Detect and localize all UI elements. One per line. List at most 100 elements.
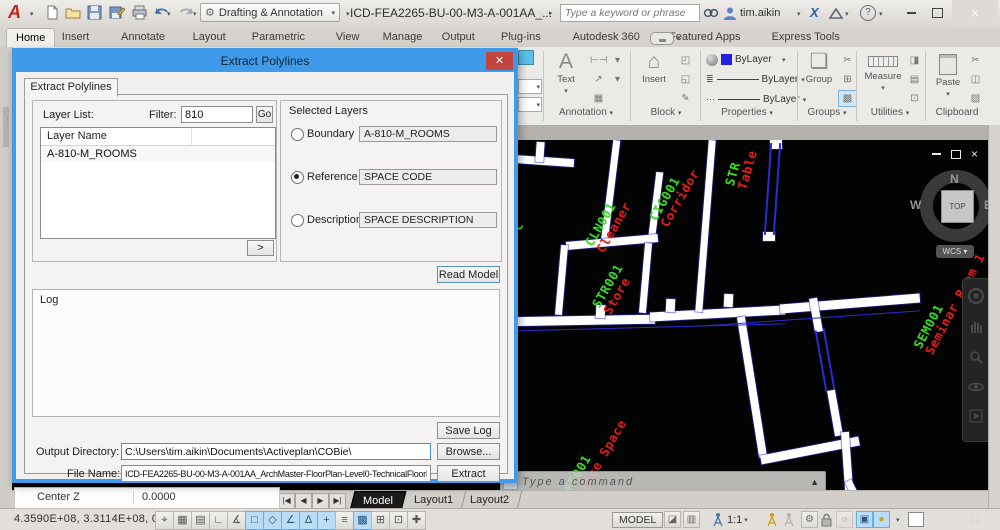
workspace-selector[interactable]: ⚙ Drafting & Annotation ▾ — [200, 3, 340, 22]
ribbon-tab-output[interactable]: Output — [433, 28, 484, 47]
reference-radio[interactable] — [291, 171, 304, 184]
paste-button[interactable]: Paste▾ — [930, 50, 966, 99]
cut-icon[interactable]: ✂ — [966, 52, 985, 69]
user-icon[interactable] — [723, 6, 737, 26]
ribbon-tab-express-tools[interactable]: Express Tools — [763, 28, 849, 47]
viewcube-north[interactable]: N — [950, 172, 959, 186]
hardware-accel-icon[interactable]: ☼ — [836, 511, 853, 528]
last-tab-arrow[interactable]: ▶| — [329, 493, 346, 509]
viewport-restore-icon[interactable] — [951, 150, 961, 159]
quick-view-layouts-icon[interactable]: ◪ — [664, 511, 681, 528]
save-log-button[interactable]: Save Log — [437, 422, 500, 439]
match-properties-icon[interactable]: ▨ — [966, 90, 985, 107]
group-selection-toggle-icon[interactable]: ▩ — [838, 90, 857, 107]
lightbulb-icon[interactable]: ● — [873, 511, 890, 528]
read-model-button[interactable]: Read Model — [437, 266, 500, 283]
maximize-button[interactable] — [925, 0, 950, 26]
description-radio[interactable] — [291, 214, 304, 227]
ribbon-tab-manage[interactable]: Manage — [374, 28, 432, 47]
app-menu-arrow-icon[interactable]: ▾ — [30, 10, 34, 18]
monitor-icon[interactable]: ▣ — [856, 511, 873, 528]
status-toggle[interactable]: ▤ — [191, 511, 210, 530]
extract-button[interactable]: Extract — [437, 465, 500, 482]
command-history-icon[interactable]: ▲ — [810, 477, 819, 487]
object-color-combo[interactable]: ByLayer▾ — [706, 51, 786, 68]
status-toggle[interactable]: ⌖ — [155, 511, 174, 530]
help-icon[interactable]: ? — [860, 5, 876, 21]
redo-dropdown-icon[interactable]: ▾ — [193, 10, 197, 18]
status-toggle[interactable]: ⊞ — [371, 511, 390, 530]
clean-screen-button[interactable] — [908, 511, 924, 528]
quick-select-icon[interactable]: ◨ — [905, 52, 924, 69]
annotation-scale-control[interactable]: 1:1▾ — [712, 511, 748, 528]
group-button[interactable]: ❏ Group — [801, 50, 837, 85]
minimize-button[interactable] — [899, 0, 923, 26]
ribbon-tab-layout[interactable]: Layout — [184, 28, 235, 47]
ribbon-tab-annotate[interactable]: Annotate — [112, 28, 174, 47]
copy-icon[interactable]: ◫ — [966, 71, 985, 88]
layer-icon[interactable] — [518, 50, 534, 65]
qat-customize-icon[interactable]: ▾ — [346, 10, 350, 18]
leader-icon[interactable]: ↗ — [589, 71, 608, 88]
cut-combo[interactable]: ▾ — [518, 79, 542, 94]
layer-list-header[interactable]: Layer Name — [41, 128, 275, 146]
autoscale-icon[interactable] — [783, 511, 796, 528]
boundary-radio-label[interactable]: Boundary — [307, 128, 354, 140]
viewport-minimize-icon[interactable] — [932, 153, 941, 155]
undo-dropdown-icon[interactable]: ▾ — [167, 10, 171, 18]
first-tab-arrow[interactable]: |◀ — [278, 493, 295, 509]
tab-layout1[interactable]: Layout1 — [402, 491, 467, 509]
ribbon-tab-plug-ins[interactable]: Plug-ins — [492, 28, 550, 47]
wcs-menu[interactable]: WCS ▾ — [936, 245, 974, 258]
search-input[interactable] — [560, 4, 700, 22]
ribbon-tab-home[interactable]: Home — [6, 28, 55, 48]
dialog-tab[interactable]: Extract Polylines — [24, 78, 118, 97]
measure-button[interactable]: Measure▾ — [862, 50, 904, 93]
status-toggle[interactable]: ∆ — [299, 511, 318, 530]
model-space-button[interactable]: MODEL — [612, 511, 663, 528]
save-icon[interactable] — [86, 5, 103, 22]
ribbon-tab-parametric[interactable]: Parametric — [243, 28, 314, 47]
help-dropdown-icon[interactable]: ▾ — [879, 10, 883, 18]
infocenter-arrow-icon[interactable]: ▸ — [549, 9, 553, 17]
lock-ui-icon[interactable] — [819, 511, 833, 528]
table-icon[interactable]: ▦ — [589, 90, 608, 107]
tab-layout2[interactable]: Layout2 — [458, 491, 523, 509]
viewcube-west[interactable]: W — [910, 198, 921, 212]
status-toggle[interactable]: ▦ — [173, 511, 192, 530]
ungroup-icon[interactable]: ✂ — [838, 52, 857, 69]
autocad-logo-icon[interactable]: A — [8, 2, 21, 23]
annotation-visibility-icon[interactable] — [766, 511, 779, 528]
file-name-input[interactable] — [121, 465, 431, 482]
ribbon-minimize-button[interactable] — [650, 32, 674, 45]
insert-block-button[interactable]: ⌂ Insert — [636, 50, 672, 85]
status-toggle[interactable]: ∠ — [281, 511, 300, 530]
workspace-switching-icon[interactable]: ⚙ — [801, 511, 818, 528]
text-button[interactable]: A Text▾ — [548, 50, 584, 96]
viewcube-east[interactable]: E — [984, 198, 988, 212]
block-editor-icon[interactable]: ✎ — [676, 90, 695, 107]
exchange-apps-icon[interactable]: X — [810, 5, 819, 20]
go-button[interactable]: Go — [256, 106, 273, 123]
status-toggle[interactable]: ◇ — [263, 511, 282, 530]
layer-row[interactable]: A-810-M_ROOMS — [41, 146, 275, 162]
status-toggle[interactable]: ▩ — [353, 511, 372, 530]
utilities-panel-label[interactable]: Utilities ▾ — [858, 107, 922, 121]
dialog-close-button[interactable]: ✕ — [486, 52, 513, 70]
close-button[interactable]: × — [952, 0, 998, 26]
ribbon-tab-insert[interactable]: Insert — [53, 28, 99, 47]
resize-grip[interactable]: ⸬ — [972, 511, 979, 528]
pan-icon[interactable] — [968, 319, 984, 335]
reference-radio-label[interactable]: Reference — [307, 171, 358, 183]
navigation-bar[interactable] — [962, 278, 988, 442]
filter-input[interactable] — [181, 106, 253, 123]
quick-view-drawings-icon[interactable]: ▥ — [683, 511, 700, 528]
viewport-close-icon[interactable]: × — [971, 147, 978, 161]
a360-icon[interactable] — [828, 7, 844, 25]
edit-attribute-icon[interactable]: ◱ — [676, 71, 695, 88]
command-line[interactable]: > Type a command ▲ — [500, 471, 826, 490]
cut-combo[interactable]: ▾ — [518, 97, 542, 112]
description-radio-label[interactable]: Description — [307, 214, 362, 226]
prev-tab-arrow[interactable]: ◀ — [295, 493, 312, 509]
linetype-combo[interactable]: ⋯ ByLayer▾ — [706, 91, 806, 108]
